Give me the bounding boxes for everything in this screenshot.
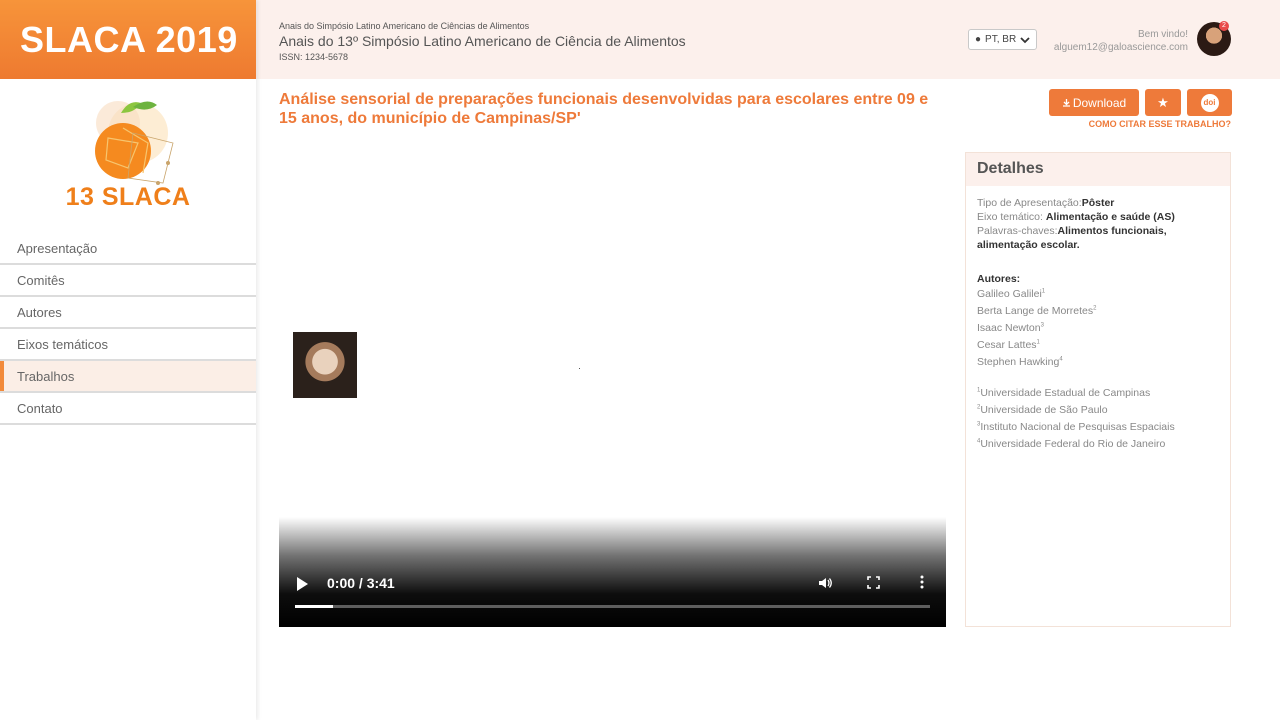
- details-panel: Detalhes Tipo de Apresentação:Pôster Eix…: [965, 152, 1231, 627]
- proceedings-subtitle: Anais do Simpósio Latino Americano de Ci…: [279, 21, 530, 31]
- video-player[interactable]: 0:00 / 3:41: [279, 152, 946, 627]
- author-affiliation: 2: [1093, 305, 1097, 312]
- thematic-axis-value: Alimentação e saúde (AS): [1045, 211, 1175, 223]
- star-icon: ★: [1157, 94, 1169, 110]
- top-header: Anais do Simpósio Latino Americano de Ci…: [256, 0, 1280, 79]
- thematic-axis-label: Eixo temático:: [977, 211, 1046, 223]
- video-time: 0:00 / 3:41: [327, 575, 395, 591]
- language-value: PT, BR: [985, 34, 1017, 45]
- sidebar-item-apresentacao[interactable]: Apresentação: [0, 233, 256, 265]
- favorite-button[interactable]: ★: [1145, 89, 1181, 116]
- language-select[interactable]: ● PT, BR: [968, 29, 1038, 50]
- sidebar-item-autores[interactable]: Autores: [0, 297, 256, 329]
- institution-item: 4Universidade Federal do Rio de Janeiro: [977, 436, 1219, 453]
- author-name: Galileo Galilei: [977, 288, 1042, 300]
- sidebar-item-comites[interactable]: Comitês: [0, 265, 256, 297]
- institution-item: 1Universidade Estadual de Campinas: [977, 385, 1219, 402]
- author-name: Stephen Hawking: [977, 356, 1060, 368]
- keywords-label: Palavras-chaves:: [977, 225, 1058, 237]
- institution-name: Universidade Estadual de Campinas: [980, 387, 1151, 399]
- presentation-type-label: Tipo de Apresentação:: [977, 197, 1082, 209]
- doi-icon: doi: [1200, 93, 1219, 112]
- author-item[interactable]: Berta Lange de Morretes2: [977, 303, 1219, 320]
- logo-text: 13 SLACA: [65, 183, 191, 211]
- work-actions: Download ★ doi: [1049, 89, 1232, 116]
- author-affiliation: 1: [1036, 339, 1040, 346]
- fullscreen-icon[interactable]: [867, 576, 880, 589]
- download-label: Download: [1072, 95, 1127, 110]
- author-item[interactable]: Stephen Hawking4: [977, 354, 1219, 371]
- institution-item: 3Instituto Nacional de Pesquisas Espacia…: [977, 419, 1219, 436]
- sidebar-nav: Apresentação Comitês Autores Eixos temát…: [0, 233, 256, 425]
- welcome-text: Bem vindo!: [1137, 29, 1188, 40]
- download-button[interactable]: Download: [1049, 89, 1139, 116]
- sidebar-item-trabalhos[interactable]: Trabalhos: [0, 361, 256, 393]
- play-icon[interactable]: [297, 577, 308, 591]
- author-item[interactable]: Cesar Lattes1: [977, 337, 1219, 354]
- institution-name: Instituto Nacional de Pesquisas Espaciai…: [980, 421, 1175, 433]
- cite-link[interactable]: COMO CITAR ESSE TRABALHO?: [1089, 119, 1231, 129]
- globe-icon: ●: [975, 34, 982, 45]
- author-name: Cesar Lattes: [977, 339, 1037, 351]
- author-name: Isaac Newton: [977, 322, 1041, 334]
- sidebar-item-contato[interactable]: Contato: [0, 393, 256, 425]
- user-email: alguem12@galoascience.com: [1053, 42, 1188, 53]
- keywords: Palavras-chaves:Alimentos funcionais, al…: [977, 224, 1219, 252]
- author-item[interactable]: Galileo Galilei1: [977, 286, 1219, 303]
- doi-button[interactable]: doi: [1187, 89, 1232, 116]
- author-item[interactable]: Isaac Newton3: [977, 320, 1219, 337]
- work-title: Análise sensorial de preparações funcion…: [279, 91, 929, 127]
- notification-badge[interactable]: 2: [1219, 21, 1229, 31]
- sidebar: SLACA 2019 13 SLACA Apresentação Comitês…: [0, 0, 256, 720]
- institutions-list: 1Universidade Estadual de Campinas 2Univ…: [977, 385, 1219, 453]
- volume-icon[interactable]: [817, 575, 833, 591]
- video-controls: 0:00 / 3:41: [279, 563, 946, 627]
- event-logo: 13 SLACA: [0, 79, 256, 229]
- video-artifact: [579, 368, 580, 369]
- issn-label: ISSN: 1234-5678: [279, 52, 349, 62]
- author-affiliation: 4: [1059, 356, 1063, 363]
- details-body: Tipo de Apresentação:Pôster Eixo temátic…: [966, 186, 1230, 463]
- author-name: Berta Lange de Morretes: [977, 305, 1094, 317]
- presentation-type-value: Pôster: [1081, 197, 1115, 209]
- brand-title[interactable]: SLACA 2019: [0, 0, 256, 79]
- user-greeting: Bem vindo! alguem12@galoascience.com: [1054, 28, 1188, 54]
- video-progress-bar[interactable]: [295, 605, 930, 608]
- institution-name: Universidade de São Paulo: [980, 404, 1108, 416]
- authors-label: Autores:: [977, 273, 1021, 285]
- more-options-icon[interactable]: [919, 575, 925, 589]
- thematic-axis: Eixo temático: Alimentação e saúde (AS): [977, 210, 1219, 224]
- institution-name: Universidade Federal do Rio de Janeiro: [980, 438, 1166, 450]
- institution-item: 2Universidade de São Paulo: [977, 402, 1219, 419]
- authors-section: Autores: Galileo Galilei1 Berta Lange de…: [977, 272, 1219, 371]
- author-affiliation: 1: [1041, 288, 1046, 295]
- download-icon: [1062, 99, 1070, 107]
- video-progress-fill: [295, 605, 334, 608]
- author-portrait-image: [293, 332, 357, 398]
- chevron-down-icon: [1020, 36, 1030, 43]
- sidebar-item-eixos-tematicos[interactable]: Eixos temáticos: [0, 329, 256, 361]
- proceedings-title: Anais do 13º Simpósio Latino Americano d…: [279, 33, 686, 49]
- author-affiliation: 3: [1040, 322, 1044, 329]
- presentation-type: Tipo de Apresentação:Pôster: [977, 196, 1219, 210]
- details-heading: Detalhes: [966, 153, 1230, 186]
